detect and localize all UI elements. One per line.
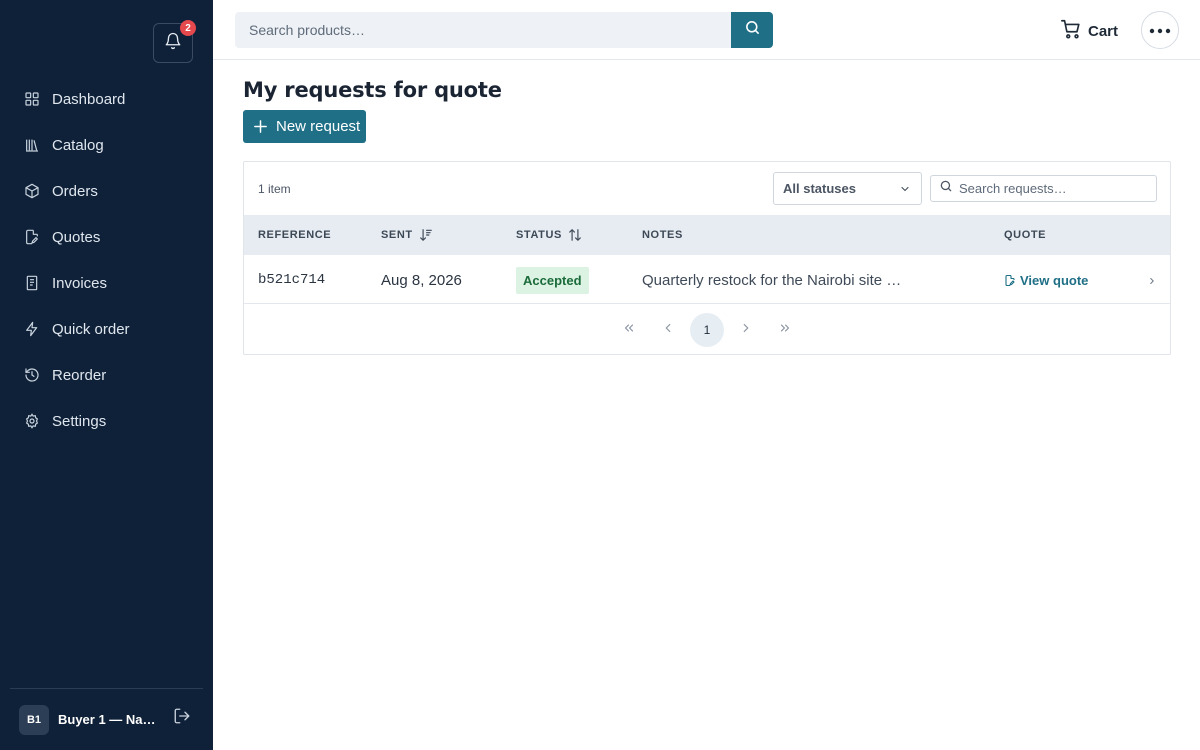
status-filter-value: All statuses [783,181,856,196]
view-quote-link[interactable]: View quote [1004,273,1088,288]
page-button-current[interactable]: 1 [690,313,724,347]
sidebar-item-quick-order[interactable]: Quick order [0,306,213,352]
column-header-label: NOTES [642,229,683,241]
search-button[interactable] [731,12,773,48]
cart-icon [1060,18,1082,45]
catalog-books-icon [24,137,40,153]
table-header: REFERENCE SENT STATUS NOTES QUOTE [244,215,1170,255]
request-search-input[interactable] [959,181,1149,196]
invoice-receipt-icon [24,275,40,291]
quote-document-icon [1004,274,1016,287]
column-header-sent[interactable]: SENT [381,215,433,255]
history-icon [24,367,40,383]
item-count: 1 item [258,182,291,196]
box-icon [24,183,40,199]
sidebar-item-label: Quick order [52,320,130,338]
lightning-icon [24,321,40,337]
more-options-button[interactable] [1141,11,1179,49]
column-header-label: SENT [381,229,413,241]
notifications-count-badge: 2 [180,20,196,36]
cell-status: Accepted [516,256,589,304]
requests-table-card: 1 item All statuses REFERENCE SENT STATU… [243,161,1171,355]
sidebar: 2 Dashboard Catalog Orders Quotes Invoic… [0,0,213,750]
cell-sent-date: Aug 8, 2026 [381,271,462,289]
user-panel: B1 Buyer 1 — Nair… [10,688,203,750]
column-header-reference[interactable]: REFERENCE [258,215,331,255]
pagination: 1 [244,304,1170,354]
view-quote-label: View quote [1020,272,1089,288]
sidebar-item-label: Invoices [52,274,108,292]
sidebar-nav: Dashboard Catalog Orders Quotes Invoices [0,76,213,444]
sidebar-item-label: Settings [52,412,107,430]
cart-button[interactable]: Cart [1060,18,1118,45]
sidebar-item-quotes[interactable]: Quotes [0,214,213,260]
column-header-label: STATUS [516,229,562,241]
cell-quote: View quote [1004,256,1088,304]
sidebar-item-label: Dashboard [52,90,126,108]
more-horizontal-icon [1149,21,1171,39]
last-page-button[interactable] [768,313,802,347]
plus-icon [253,119,268,134]
table-row[interactable]: b521c714 Aug 8, 2026 Accepted Quarterly … [244,256,1170,304]
column-header-quote: QUOTE [1004,215,1046,255]
product-search-input[interactable] [235,12,731,48]
sidebar-item-dashboard[interactable]: Dashboard [0,76,213,122]
column-header-status[interactable]: STATUS [516,215,582,255]
sidebar-item-invoices[interactable]: Invoices [0,260,213,306]
search-icon [744,19,761,41]
sort-toggle-icon [568,228,582,242]
chevron-right-icon [739,321,753,340]
status-badge: Accepted [516,266,589,294]
column-header-label: QUOTE [1004,229,1047,241]
request-search [930,175,1157,202]
product-search [235,12,773,48]
cell-notes: Quarterly restock for the Nairobi site … [642,271,902,289]
avatar[interactable]: B1 [19,704,49,735]
chevron-down-icon [899,183,911,198]
bell-icon [164,32,182,55]
column-header-notes: NOTES [642,215,683,255]
user-name: Buyer 1 — Nair… [58,712,158,727]
logout-icon [173,707,191,730]
chevron-right-icon [1147,274,1157,292]
page-title: My requests for quote [243,78,502,102]
sidebar-item-label: Reorder [52,366,107,384]
quote-document-icon [24,229,40,245]
dashboard-grid-icon [24,91,40,107]
chevrons-right-icon [778,321,792,340]
search-icon [939,179,953,198]
sidebar-item-catalog[interactable]: Catalog [0,122,213,168]
sidebar-item-label: Quotes [52,228,101,246]
chevron-left-icon [661,321,675,340]
sidebar-item-label: Orders [52,182,98,200]
new-request-button[interactable]: New request [243,110,366,143]
sidebar-item-settings[interactable]: Settings [0,398,213,444]
next-page-button[interactable] [729,313,763,347]
top-bar: Cart [213,0,1200,60]
cart-label: Cart [1088,23,1119,40]
status-filter-select[interactable]: All statuses [773,172,922,205]
chevrons-left-icon [622,321,636,340]
first-page-button[interactable] [612,313,646,347]
notifications-button[interactable]: 2 [153,20,196,63]
column-header-label: REFERENCE [258,229,332,241]
sidebar-item-reorder[interactable]: Reorder [0,352,213,398]
sidebar-item-orders[interactable]: Orders [0,168,213,214]
previous-page-button[interactable] [651,313,685,347]
new-request-label: New request [276,118,361,135]
cell-reference: b521c714 [258,272,326,288]
sort-descending-icon [419,228,433,242]
logout-button[interactable] [172,708,192,728]
sidebar-item-label: Catalog [52,136,104,154]
gear-icon [24,413,40,429]
